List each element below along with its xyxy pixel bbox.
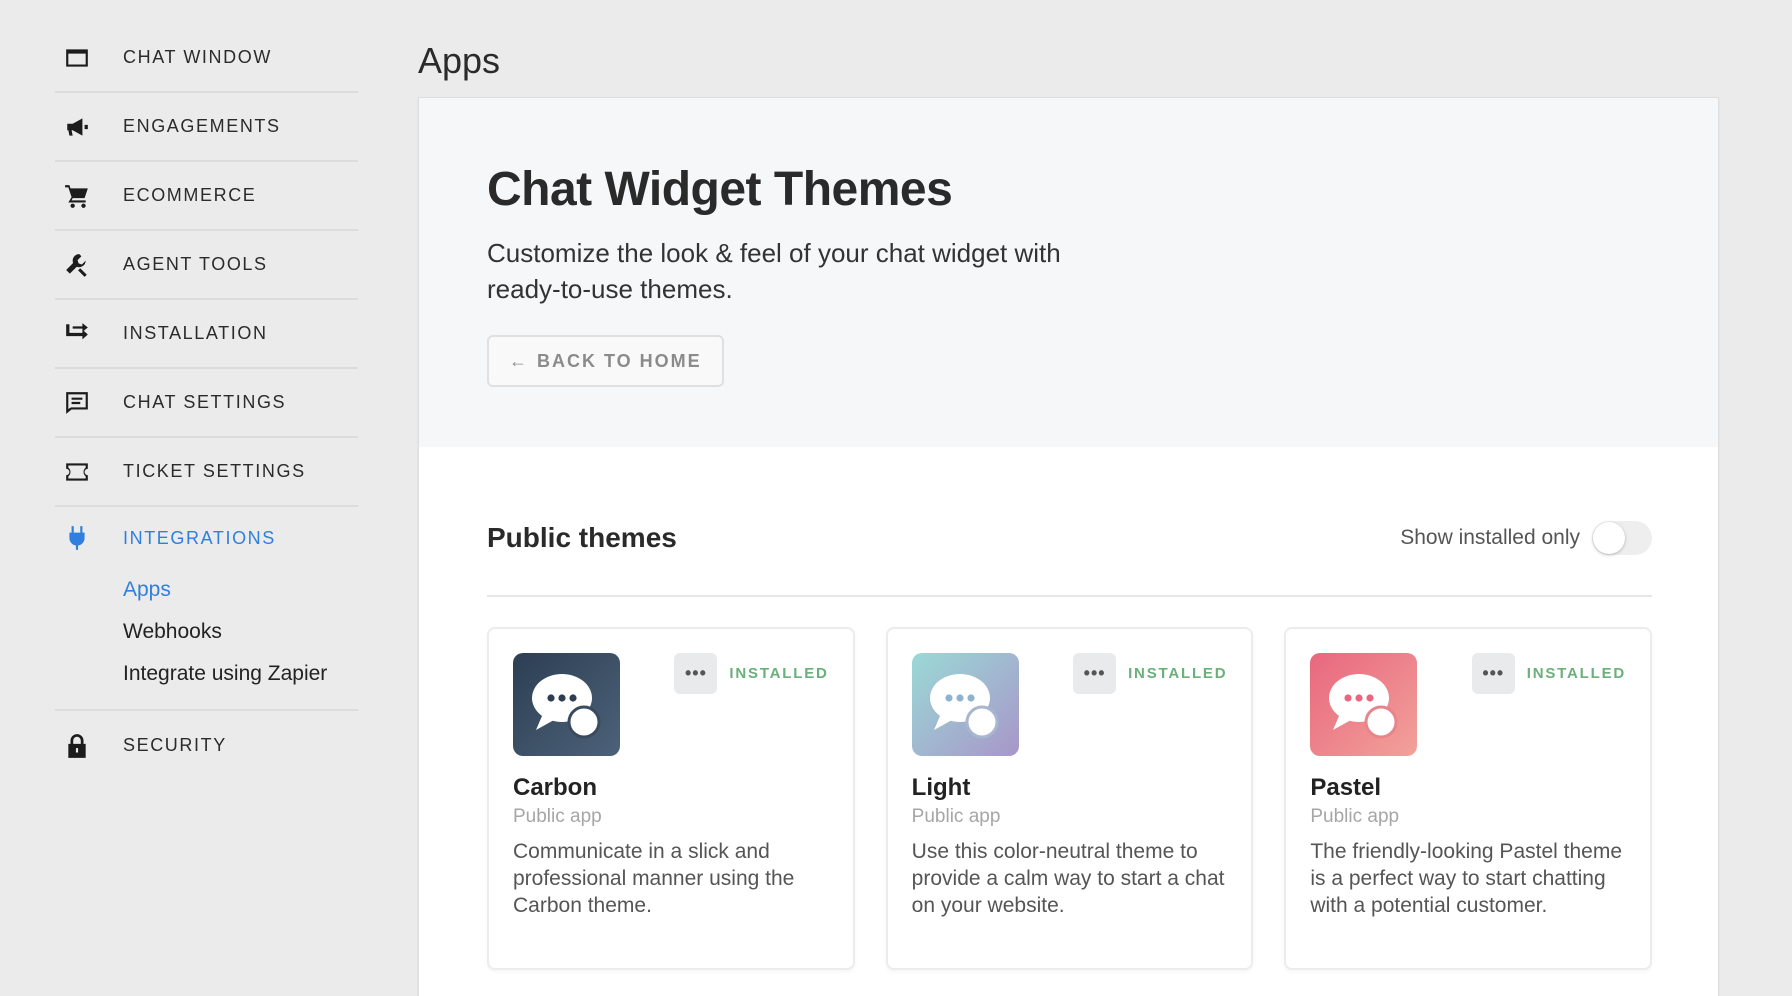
card-type: Public app — [513, 806, 602, 827]
plug-icon — [63, 524, 91, 552]
card-top: ••• INSTALLED — [1310, 653, 1626, 756]
sidebar-item-installation[interactable]: INSTALLATION — [55, 300, 358, 369]
sidebar-item-chat-window[interactable]: CHAT WINDOW — [55, 24, 358, 93]
chat-settings-icon — [63, 389, 91, 417]
public-themes-section: Public themes Show installed only ••• IN… — [419, 447, 1718, 970]
sidebar-item-engagements[interactable]: ENGAGEMENTS — [55, 93, 358, 162]
card-actions: ••• INSTALLED — [1073, 653, 1227, 694]
installation-icon — [63, 320, 91, 348]
card-description: Communicate in a slick and professional … — [513, 840, 795, 917]
light-theme-icon — [911, 653, 1019, 756]
sidebar-item-label: ECOMMERCE — [123, 185, 257, 205]
wrench-icon — [63, 251, 91, 279]
sidebar-item-label: ENGAGEMENTS — [123, 116, 281, 136]
page-title: Apps — [418, 40, 501, 81]
section-header: Public themes Show installed only — [487, 447, 1652, 597]
card-description: Use this color-neutral theme to provide … — [911, 840, 1225, 917]
ticket-icon — [63, 458, 91, 486]
toggle-knob — [1593, 522, 1625, 554]
sidebar-item-ticket-settings[interactable]: TICKET SETTINGS — [55, 438, 358, 507]
subnav-item-apps[interactable]: Apps — [123, 569, 358, 611]
hero-title: Chat Widget Themes — [487, 163, 953, 216]
hero: Chat Widget Themes Customize the look & … — [419, 98, 1718, 447]
installed-badge: INSTALLED — [729, 665, 829, 682]
more-options-button[interactable]: ••• — [1471, 653, 1515, 694]
cart-icon — [63, 182, 91, 210]
subnav-item-zapier[interactable]: Integrate using Zapier — [123, 653, 358, 695]
subnav-item-webhooks[interactable]: Webhooks — [123, 611, 358, 653]
pastel-theme-icon — [1310, 653, 1418, 756]
installed-badge: INSTALLED — [1526, 665, 1627, 682]
theme-card-pastel[interactable]: ••• INSTALLED Pastel Public app The frie… — [1284, 627, 1653, 970]
back-to-home-button[interactable]: ← BACK TO HOME — [487, 335, 724, 387]
section-title: Public themes — [487, 522, 677, 553]
more-options-button[interactable]: ••• — [1073, 653, 1117, 694]
card-name: Carbon — [513, 774, 597, 801]
card-actions: ••• INSTALLED — [674, 653, 828, 694]
sidebar-item-label: AGENT TOOLS — [123, 254, 268, 274]
sidebar-item-label: CHAT WINDOW — [123, 47, 272, 67]
sidebar-item-integrations[interactable]: INTEGRATIONS — [55, 507, 358, 569]
back-to-home-label: BACK TO HOME — [537, 350, 702, 371]
card-type: Public app — [911, 806, 1001, 827]
sidebar-item-label: INTEGRATIONS — [123, 527, 276, 548]
sidebar-item-label: SECURITY — [123, 735, 227, 755]
card-top: ••• INSTALLED — [513, 653, 829, 756]
apps-panel: Chat Widget Themes Customize the look & … — [418, 97, 1719, 996]
card-actions: ••• INSTALLED — [1471, 653, 1627, 694]
installed-badge: INSTALLED — [1128, 665, 1228, 682]
arrow-left-icon: ← — [509, 350, 529, 371]
theme-cards: ••• INSTALLED Carbon Public app Communic… — [487, 627, 1653, 970]
carbon-theme-icon — [513, 653, 620, 756]
sidebar: CHAT WINDOW ENGAGEMENTS ECOMMERCE AGENT … — [55, 24, 358, 780]
card-description: The friendly-looking Pastel theme is a p… — [1310, 840, 1623, 917]
theme-card-carbon[interactable]: ••• INSTALLED Carbon Public app Communic… — [487, 627, 855, 970]
lock-icon — [63, 732, 91, 760]
sidebar-item-label: TICKET SETTINGS — [123, 461, 306, 481]
card-name: Light — [911, 774, 971, 801]
sidebar-item-agent-tools[interactable]: AGENT TOOLS — [55, 231, 358, 300]
show-installed-toggle[interactable] — [1592, 521, 1652, 555]
card-top: ••• INSTALLED — [911, 653, 1228, 756]
megaphone-icon — [63, 113, 91, 141]
sidebar-item-security[interactable]: SECURITY — [55, 711, 358, 780]
sidebar-item-ecommerce[interactable]: ECOMMERCE — [55, 162, 358, 231]
more-options-button[interactable]: ••• — [674, 653, 718, 694]
hero-description: Customize the look & feel of your chat w… — [487, 238, 1061, 304]
sidebar-item-label: INSTALLATION — [123, 323, 268, 343]
integrations-submenu: Apps Webhooks Integrate using Zapier — [55, 569, 358, 711]
sidebar-item-chat-settings[interactable]: CHAT SETTINGS — [55, 369, 358, 438]
show-installed-label: Show installed only — [1400, 526, 1580, 549]
card-type: Public app — [1310, 806, 1400, 827]
theme-card-light[interactable]: ••• INSTALLED Light Public app Use this … — [885, 627, 1254, 970]
card-name: Pastel — [1310, 774, 1382, 801]
sidebar-item-label: CHAT SETTINGS — [123, 392, 287, 412]
window-icon — [63, 44, 91, 72]
show-installed-toggle-group: Show installed only — [1400, 521, 1652, 555]
